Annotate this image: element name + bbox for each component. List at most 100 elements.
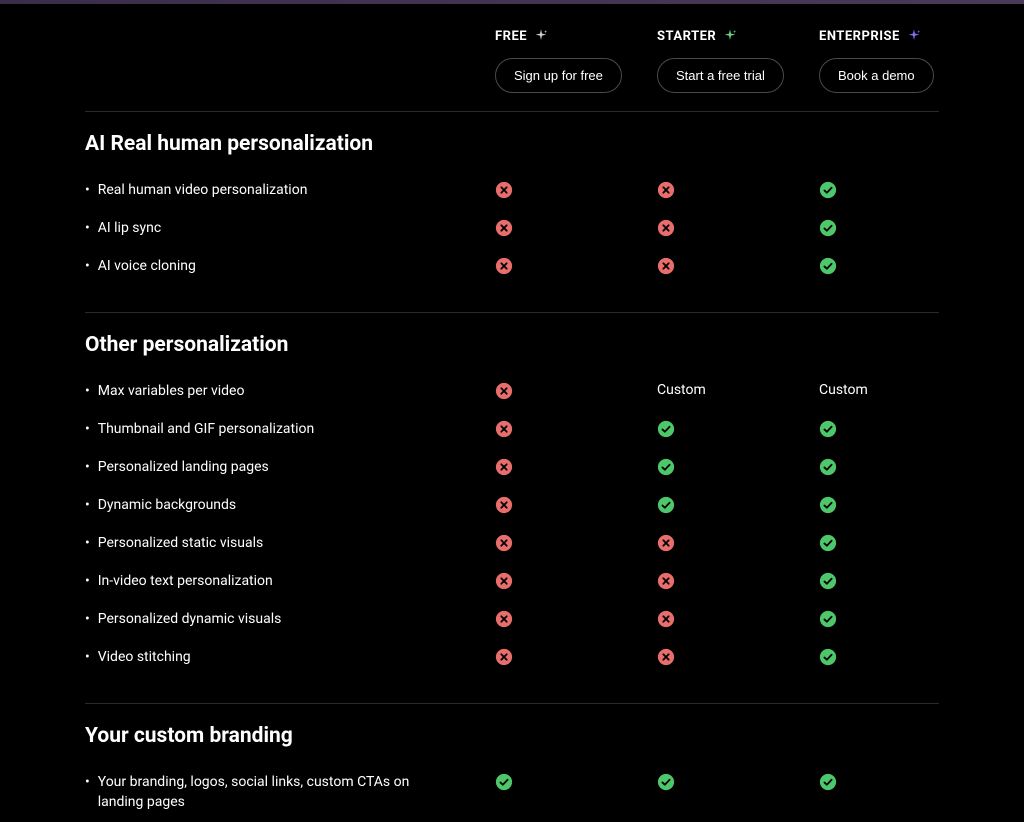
check-icon [819, 181, 837, 199]
feature-cell [657, 571, 819, 590]
check-icon [819, 773, 837, 791]
cross-icon [495, 382, 513, 400]
check-icon [819, 610, 837, 628]
feature-cell [495, 381, 657, 400]
cell-text: Custom [819, 382, 868, 398]
comparison-table: FREE Sign up for free STARTER [0, 4, 1024, 822]
feature-cell [657, 419, 819, 438]
cross-icon [495, 648, 513, 666]
plan-name-starter: STARTER [657, 29, 716, 44]
check-icon [657, 458, 675, 476]
feature-cell [819, 419, 981, 438]
feature-cell [819, 256, 981, 275]
feature-label: Your branding, logos, social links, cust… [98, 772, 455, 812]
feature-cell [657, 495, 819, 514]
bullet-icon: • [85, 256, 90, 276]
feature-row: • Personalized landing pages [85, 449, 939, 487]
feature-cell [819, 495, 981, 514]
section: Your custom branding • Your branding, logo… [85, 704, 939, 822]
sparkle-icon [722, 28, 738, 44]
feature-label-wrap: •Video stitching [85, 647, 495, 667]
feature-cell: Custom [819, 381, 981, 398]
section-title: Your custom branding [85, 724, 939, 764]
feature-label-wrap: • Personalized landing pages [85, 457, 495, 477]
feature-cell [657, 772, 819, 791]
bullet-icon: • [85, 609, 90, 629]
feature-cell [819, 218, 981, 237]
feature-label-wrap: • Thumbnail and GIF personalization [85, 419, 495, 439]
feature-cell [495, 457, 657, 476]
cross-icon [657, 648, 675, 666]
feature-label: In-video text personalization [98, 571, 273, 591]
feature-cell [657, 647, 819, 666]
feature-row: •Video stitching [85, 639, 939, 677]
feature-cell [495, 218, 657, 237]
feature-row: •In-video text personalization [85, 563, 939, 601]
section: Other personalization•Max variables per … [85, 313, 939, 677]
feature-label: Thumbnail and GIF personalization [98, 419, 314, 439]
feature-cell [819, 647, 981, 666]
feature-cell [495, 419, 657, 438]
feature-row: • Personalized static visuals [85, 525, 939, 563]
plan-header-row: FREE Sign up for free STARTER [85, 4, 939, 111]
bullet-icon: • [85, 419, 90, 439]
feature-row: •Max variables per video Custom Custom [85, 373, 939, 411]
feature-cell [819, 571, 981, 590]
feature-row: •AI lip sync [85, 210, 939, 248]
feature-cell [657, 256, 819, 275]
feature-label: Personalized static visuals [98, 533, 263, 553]
bullet-icon: • [85, 772, 90, 792]
feature-row: •AI voice cloning [85, 248, 939, 286]
cross-icon [495, 534, 513, 552]
feature-cell [495, 256, 657, 275]
cross-icon [495, 420, 513, 438]
feature-label: Dynamic backgrounds [98, 495, 236, 515]
feature-label-wrap: •Max variables per video [85, 381, 495, 401]
feature-label: Real human video personalization [98, 180, 308, 200]
feature-cell: Custom [657, 381, 819, 398]
feature-cell [657, 180, 819, 199]
feature-row: • Thumbnail and GIF personalization [85, 411, 939, 449]
feature-cell [657, 609, 819, 628]
feature-cell [495, 495, 657, 514]
cta-free[interactable]: Sign up for free [495, 58, 622, 93]
feature-row: • Personalized dynamic visuals [85, 601, 939, 639]
feature-cell [495, 571, 657, 590]
feature-label: Personalized landing pages [98, 457, 269, 477]
feature-cell [657, 457, 819, 476]
section-title: AI Real human personalization [85, 132, 939, 172]
cross-icon [657, 219, 675, 237]
cta-starter[interactable]: Start a free trial [657, 58, 784, 93]
cross-icon [495, 572, 513, 590]
section-title: Other personalization [85, 333, 939, 373]
feature-row: •Dynamic backgrounds [85, 487, 939, 525]
feature-label-wrap: •Dynamic backgrounds [85, 495, 495, 515]
feature-cell [495, 772, 657, 791]
check-icon [819, 219, 837, 237]
bullet-icon: • [85, 218, 90, 238]
bullet-icon: • [85, 533, 90, 553]
cta-enterprise[interactable]: Book a demo [819, 58, 934, 93]
check-icon [819, 420, 837, 438]
cross-icon [657, 534, 675, 552]
feature-cell [819, 180, 981, 199]
plan-header-enterprise: ENTERPRISE Book a demo [819, 28, 981, 93]
feature-row: • Real human video personalization [85, 172, 939, 210]
cross-icon [657, 610, 675, 628]
bullet-icon: • [85, 457, 90, 477]
feature-cell [495, 533, 657, 552]
cross-icon [495, 458, 513, 476]
feature-cell [495, 609, 657, 628]
bullet-icon: • [85, 647, 90, 667]
cross-icon [657, 572, 675, 590]
bullet-icon: • [85, 180, 90, 200]
feature-label-wrap: •In-video text personalization [85, 571, 495, 591]
feature-cell [819, 533, 981, 552]
check-icon [657, 773, 675, 791]
feature-label-wrap: • Your branding, logos, social links, cus… [85, 772, 495, 812]
feature-label-wrap: • Personalized static visuals [85, 533, 495, 553]
feature-cell [657, 533, 819, 552]
feature-cell [495, 180, 657, 199]
feature-label: Personalized dynamic visuals [98, 609, 282, 629]
cell-text: Custom [657, 382, 706, 398]
